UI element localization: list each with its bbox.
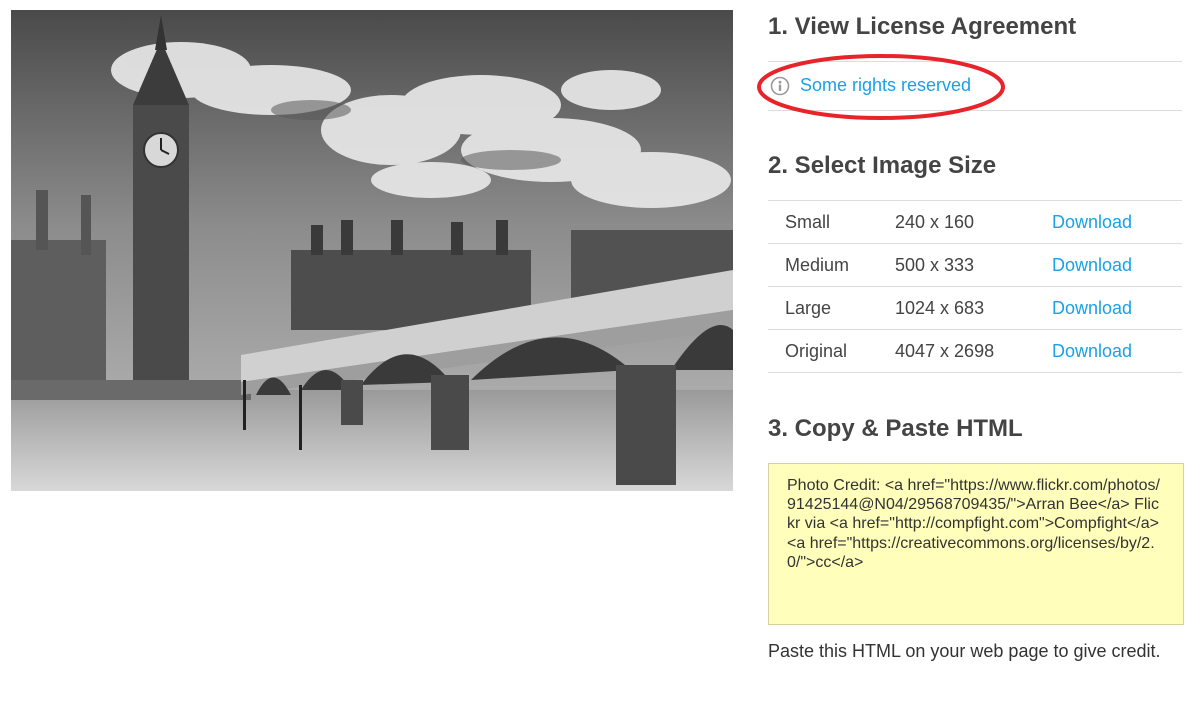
table-row: Small 240 x 160 Download bbox=[768, 200, 1182, 244]
download-original-link[interactable]: Download bbox=[1052, 341, 1132, 361]
size-name: Small bbox=[768, 200, 895, 244]
download-small-link[interactable]: Download bbox=[1052, 212, 1132, 232]
image-size-section-title: 2. Select Image Size bbox=[768, 152, 997, 179]
photo-preview bbox=[11, 10, 733, 491]
download-medium-link[interactable]: Download bbox=[1052, 255, 1132, 275]
info-circle-icon bbox=[770, 76, 790, 96]
download-large-link[interactable]: Download bbox=[1052, 298, 1132, 318]
size-name: Large bbox=[768, 286, 895, 330]
license-row: Some rights reserved bbox=[768, 62, 1182, 110]
size-dimensions: 1024 x 683 bbox=[895, 286, 1052, 330]
credit-instruction-text: Paste this HTML on your web page to give… bbox=[768, 641, 1161, 661]
copy-html-section-title: 3. Copy & Paste HTML bbox=[768, 415, 1023, 442]
some-rights-reserved-link[interactable]: Some rights reserved bbox=[800, 75, 971, 96]
size-name: Medium bbox=[768, 243, 895, 287]
image-size-table: Small 240 x 160 Download Medium 500 x 33… bbox=[768, 200, 1182, 373]
size-dimensions: 4047 x 2698 bbox=[895, 329, 1052, 373]
credit-html-code[interactable]: Photo Credit: <a href="https://www.flick… bbox=[768, 463, 1184, 625]
table-row: Medium 500 x 333 Download bbox=[768, 243, 1182, 287]
size-dimensions: 240 x 160 bbox=[895, 200, 1052, 244]
size-dimensions: 500 x 333 bbox=[895, 243, 1052, 287]
size-name: Original bbox=[768, 329, 895, 373]
table-row: Original 4047 x 2698 Download bbox=[768, 329, 1182, 373]
license-section-title: 1. View License Agreement bbox=[768, 13, 1077, 40]
photo-image bbox=[11, 10, 733, 491]
table-row: Large 1024 x 683 Download bbox=[768, 286, 1182, 330]
divider bbox=[768, 110, 1182, 111]
